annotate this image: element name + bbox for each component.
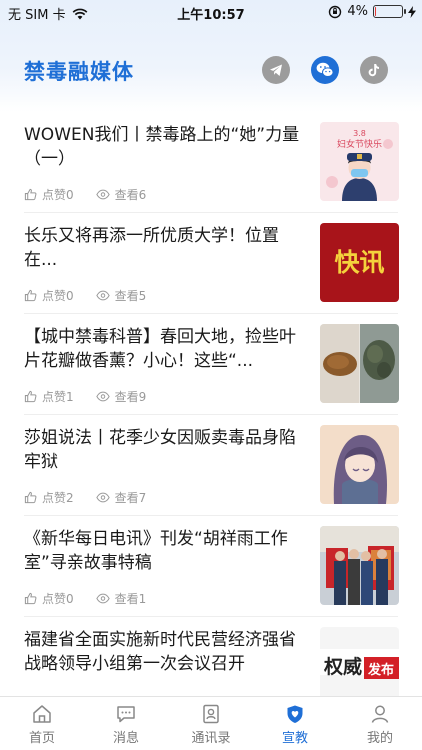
home-icon <box>33 705 51 723</box>
womens-day-illustration: 3.8 妇女节快乐 <box>320 122 399 201</box>
news-item[interactable]: 莎姐说法丨花季少女因贩卖毒品身陷牢狱 点赞2 查看7 <box>0 415 422 516</box>
view-count: 查看5 <box>95 287 147 304</box>
thumbs-up-icon <box>24 188 37 201</box>
news-item-meta: 点赞2 查看7 <box>24 489 146 506</box>
news-feed: WOWEN我们丨禁毒路上的“她”力量（一） 点赞0 查看6 3.8 妇女节快乐 <box>0 112 422 696</box>
contacts-icon <box>203 704 219 724</box>
like-count-label: 点赞0 <box>42 592 74 606</box>
svg-text:权威: 权威 <box>323 655 362 678</box>
svg-text:妇女节快乐: 妇女节快乐 <box>337 138 382 150</box>
thumbs-up-icon <box>24 390 37 403</box>
news-item[interactable]: 【城中禁毒科普】春回大地，捡些叶片花瓣做香薰？小心！这些“... 点赞1 查看9 <box>0 314 422 415</box>
tiktok-icon <box>368 64 379 77</box>
view-count: 查看6 <box>95 186 147 203</box>
tab-profile[interactable]: 我的 <box>345 703 415 746</box>
news-thumbnail[interactable] <box>320 526 399 605</box>
like-count[interactable]: 点赞0 <box>24 186 74 203</box>
tab-home[interactable]: 首页 <box>7 703 77 746</box>
profile-icon <box>371 705 389 723</box>
eye-icon <box>95 391 110 402</box>
telegram-icon <box>270 64 282 76</box>
like-count[interactable]: 点赞0 <box>24 590 74 607</box>
tab-home-label: 首页 <box>28 731 55 746</box>
like-count[interactable]: 点赞1 <box>24 388 74 405</box>
news-thumbnail[interactable]: 3.8 妇女节快乐 <box>320 122 399 201</box>
status-right: 4% <box>328 4 416 19</box>
official-release-graphic: 权威 发布 <box>320 627 399 696</box>
eye-icon <box>95 290 110 301</box>
news-item-meta: 点赞0 查看5 <box>24 287 146 304</box>
thumbs-up-icon <box>24 289 37 302</box>
like-count-label: 点赞0 <box>42 289 74 303</box>
news-item-title[interactable]: 福建省全面实施新时代民营经济强省战略领导小组第一次会议召开 <box>24 628 306 676</box>
bottom-tab-bar: 首页 消息 通讯录 宣教 我的 <box>0 696 422 750</box>
status-bar: 无 SIM 卡 上午10:57 4% <box>0 0 422 24</box>
message-icon <box>117 706 135 723</box>
news-item-meta: 点赞0 查看1 <box>24 590 146 607</box>
news-item[interactable]: 长乐又将再添一所优质大学！位置在... 点赞0 查看5 快讯 <box>0 213 422 314</box>
news-thumbnail[interactable] <box>320 324 399 403</box>
news-item-meta: 点赞0 查看6 <box>24 186 146 203</box>
eye-icon <box>95 492 110 503</box>
svg-text:发布: 发布 <box>367 662 394 678</box>
view-count: 查看1 <box>95 590 147 607</box>
tab-messages[interactable]: 消息 <box>91 703 161 746</box>
view-count-label: 查看7 <box>114 491 147 505</box>
battery-icon <box>373 5 406 18</box>
eye-icon <box>95 593 110 604</box>
telegram-share-button[interactable] <box>262 56 290 84</box>
battery-percent: 4% <box>347 4 368 19</box>
wechat-icon <box>316 62 334 77</box>
rotation-lock-icon <box>329 5 342 18</box>
dried-herbs-photo <box>320 324 399 403</box>
tab-profile-label: 我的 <box>366 731 393 746</box>
eye-icon <box>95 189 110 200</box>
tab-contacts[interactable]: 通讯录 <box>176 703 246 746</box>
news-item-title[interactable]: 莎姐说法丨花季少女因贩卖毒品身陷牢狱 <box>24 426 306 474</box>
charging-icon <box>408 5 416 18</box>
view-count-label: 查看5 <box>114 289 147 303</box>
news-item-title[interactable]: 长乐又将再添一所优质大学！位置在... <box>24 224 306 272</box>
like-count-label: 点赞0 <box>42 188 74 202</box>
page-title: 禁毒融媒体 <box>24 60 134 84</box>
news-item-title[interactable]: WOWEN我们丨禁毒路上的“她”力量（一） <box>24 123 306 171</box>
like-count[interactable]: 点赞0 <box>24 287 74 304</box>
thumbs-up-icon <box>24 592 37 605</box>
thumbs-up-icon <box>24 491 37 504</box>
view-count: 查看9 <box>95 388 147 405</box>
news-item[interactable]: 《新华每日电讯》刊发“胡祥雨工作室”寻亲故事特稿 点赞0 查看1 <box>0 516 422 617</box>
battery-fill <box>375 7 376 16</box>
news-item[interactable]: 福建省全面实施新时代民营经济强省战略领导小组第一次会议召开 权威 发布 <box>0 617 422 696</box>
like-count-label: 点赞1 <box>42 390 74 404</box>
flash-news-graphic: 快讯 <box>320 223 399 302</box>
view-count-label: 查看9 <box>114 390 147 404</box>
tiktok-share-button[interactable] <box>360 56 388 84</box>
like-count-label: 点赞2 <box>42 491 74 505</box>
news-item-meta: 点赞1 查看9 <box>24 388 146 405</box>
news-item[interactable]: WOWEN我们丨禁毒路上的“她”力量（一） 点赞0 查看6 3.8 妇女节快乐 <box>0 112 422 213</box>
tab-contacts-label: 通讯录 <box>191 731 231 746</box>
news-thumbnail[interactable]: 权威 发布 <box>320 627 399 696</box>
group-photo <box>320 526 399 605</box>
news-thumbnail[interactable]: 快讯 <box>320 223 399 302</box>
view-count-label: 查看6 <box>114 188 147 202</box>
tab-education[interactable]: 宣教 <box>260 703 330 746</box>
news-item-title[interactable]: 《新华每日电讯》刊发“胡祥雨工作室”寻亲故事特稿 <box>24 527 306 575</box>
view-count-label: 查看1 <box>114 592 147 606</box>
heart-shield-icon <box>287 705 303 723</box>
news-item-title[interactable]: 【城中禁毒科普】春回大地，捡些叶片花瓣做香薰？小心！这些“... <box>24 325 306 373</box>
wechat-share-button[interactable] <box>311 56 339 84</box>
tab-education-label: 宣教 <box>281 731 308 746</box>
tab-messages-label: 消息 <box>112 731 139 746</box>
svg-text:3.8: 3.8 <box>353 129 366 138</box>
news-thumbnail[interactable] <box>320 425 399 504</box>
girl-illustration <box>320 425 399 504</box>
like-count[interactable]: 点赞2 <box>24 489 74 506</box>
view-count: 查看7 <box>95 489 147 506</box>
flash-news-text: 快讯 <box>334 248 384 277</box>
